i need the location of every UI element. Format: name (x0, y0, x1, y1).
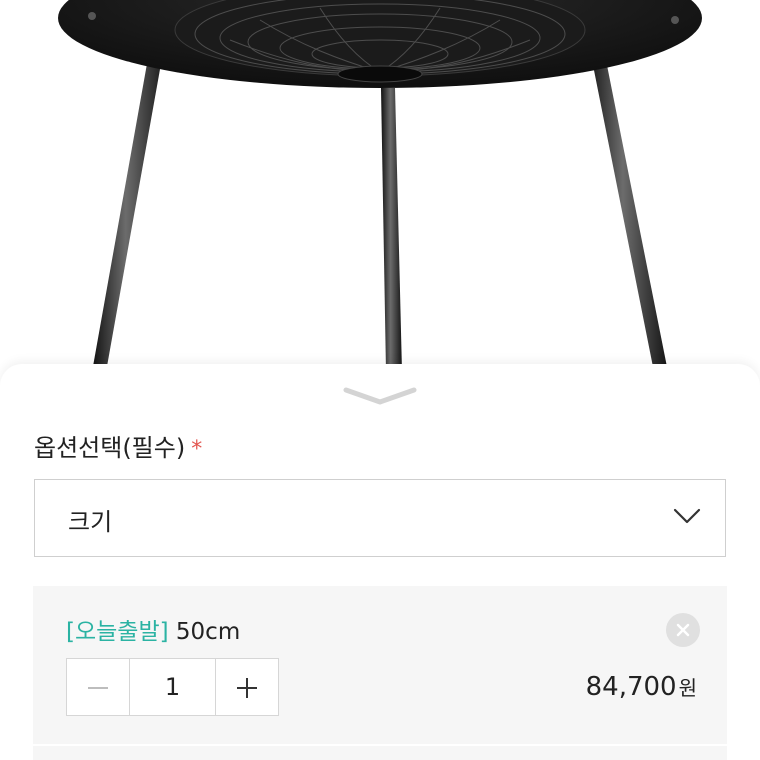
price-currency: 원 (678, 676, 697, 700)
increase-quantity-button[interactable] (216, 659, 278, 715)
chevron-down-icon[interactable] (340, 384, 420, 408)
selected-option-item: [오늘출발] 50cm 1 84,700 원 (33, 586, 727, 760)
plus-icon (237, 678, 258, 698)
required-mark: * (191, 437, 203, 462)
decrease-quantity-button[interactable] (67, 659, 129, 715)
size-select-value: 크기 (68, 508, 113, 536)
shipping-tag: [오늘출발] (66, 619, 169, 645)
item-price: 84,700 원 (586, 672, 697, 702)
option-size-label: 50cm (175, 619, 241, 645)
selected-option-name: [오늘출발] 50cm (66, 612, 240, 646)
quantity-value[interactable]: 1 (128, 659, 217, 715)
close-icon (676, 623, 690, 637)
remove-option-button[interactable] (666, 613, 700, 647)
option-bottom-sheet: 옵션선택(필수) * 크기 [오늘출발] 50cm 1 84,700 원 (0, 364, 760, 760)
item-divider (33, 744, 727, 746)
option-title-label: 옵션선택(필수) (34, 434, 186, 462)
minus-icon (88, 687, 108, 689)
product-image (0, 0, 760, 380)
option-section-title: 옵션선택(필수) * (34, 428, 202, 463)
quantity-stepper: 1 (66, 658, 279, 716)
chevron-down-icon (673, 508, 701, 524)
price-amount: 84,700 (585, 672, 677, 702)
size-select[interactable]: 크기 (34, 479, 726, 557)
